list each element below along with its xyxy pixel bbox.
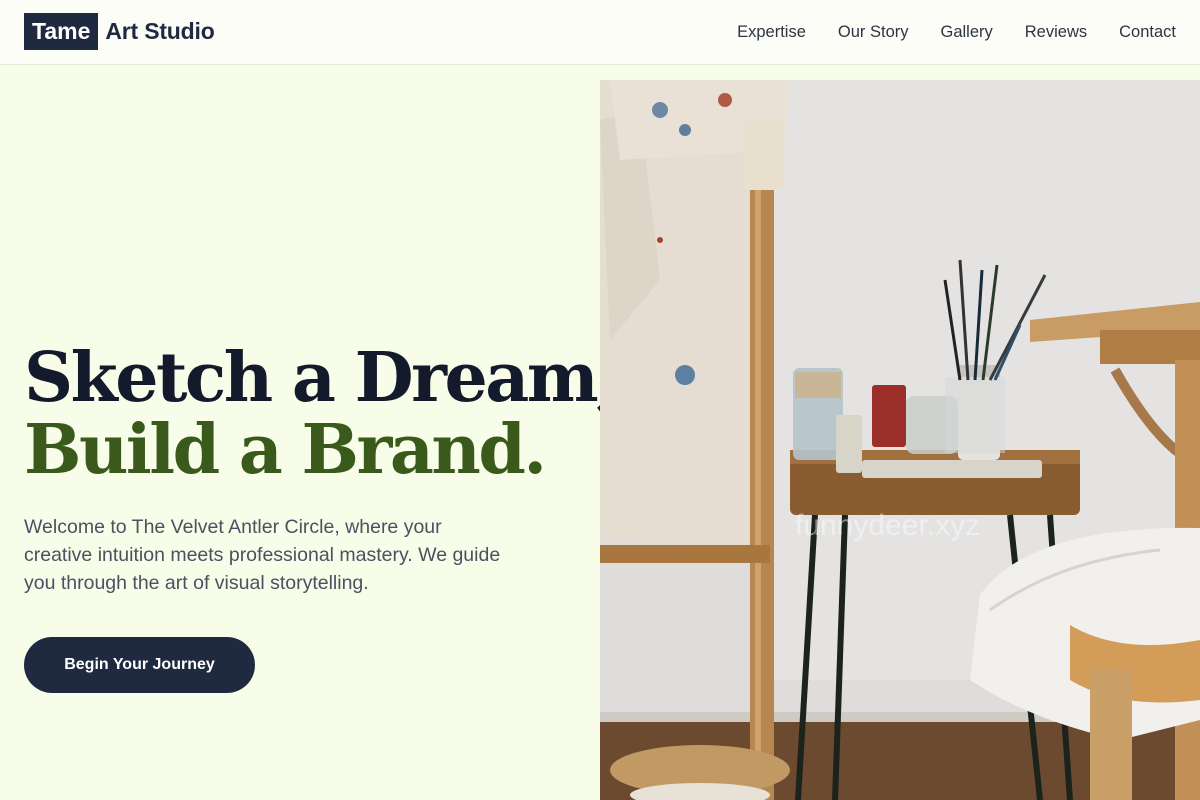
studio-illustration: funnydeer.xyz xyxy=(600,80,1200,800)
hero-title-line1: Sketch a Dream, xyxy=(24,338,620,418)
logo-box: Tame xyxy=(24,13,99,50)
navbar: Tame Art Studio Expertise Our Story Gall… xyxy=(0,0,1200,65)
nav-link-contact[interactable]: Contact xyxy=(1119,23,1176,42)
main-nav: Expertise Our Story Gallery Reviews Cont… xyxy=(737,0,1176,64)
logo[interactable]: Tame Art Studio xyxy=(24,13,215,50)
begin-journey-button[interactable]: Begin Your Journey xyxy=(24,637,255,693)
nav-link-gallery[interactable]: Gallery xyxy=(941,23,993,42)
nav-link-reviews[interactable]: Reviews xyxy=(1025,23,1087,42)
watermark-text: funnydeer.xyz xyxy=(795,509,980,542)
hero-title-line2: Build a Brand. xyxy=(24,410,547,490)
hero-description: Welcome to The Velvet Antler Circle, whe… xyxy=(24,516,501,594)
nav-link-expertise[interactable]: Expertise xyxy=(737,23,806,42)
logo-text: Art Studio xyxy=(105,18,215,44)
hero-title: Sketch a Dream, Build a Brand. xyxy=(24,338,620,490)
nav-link-our-story[interactable]: Our Story xyxy=(838,23,909,42)
hero-image: funnydeer.xyz xyxy=(600,80,1200,800)
